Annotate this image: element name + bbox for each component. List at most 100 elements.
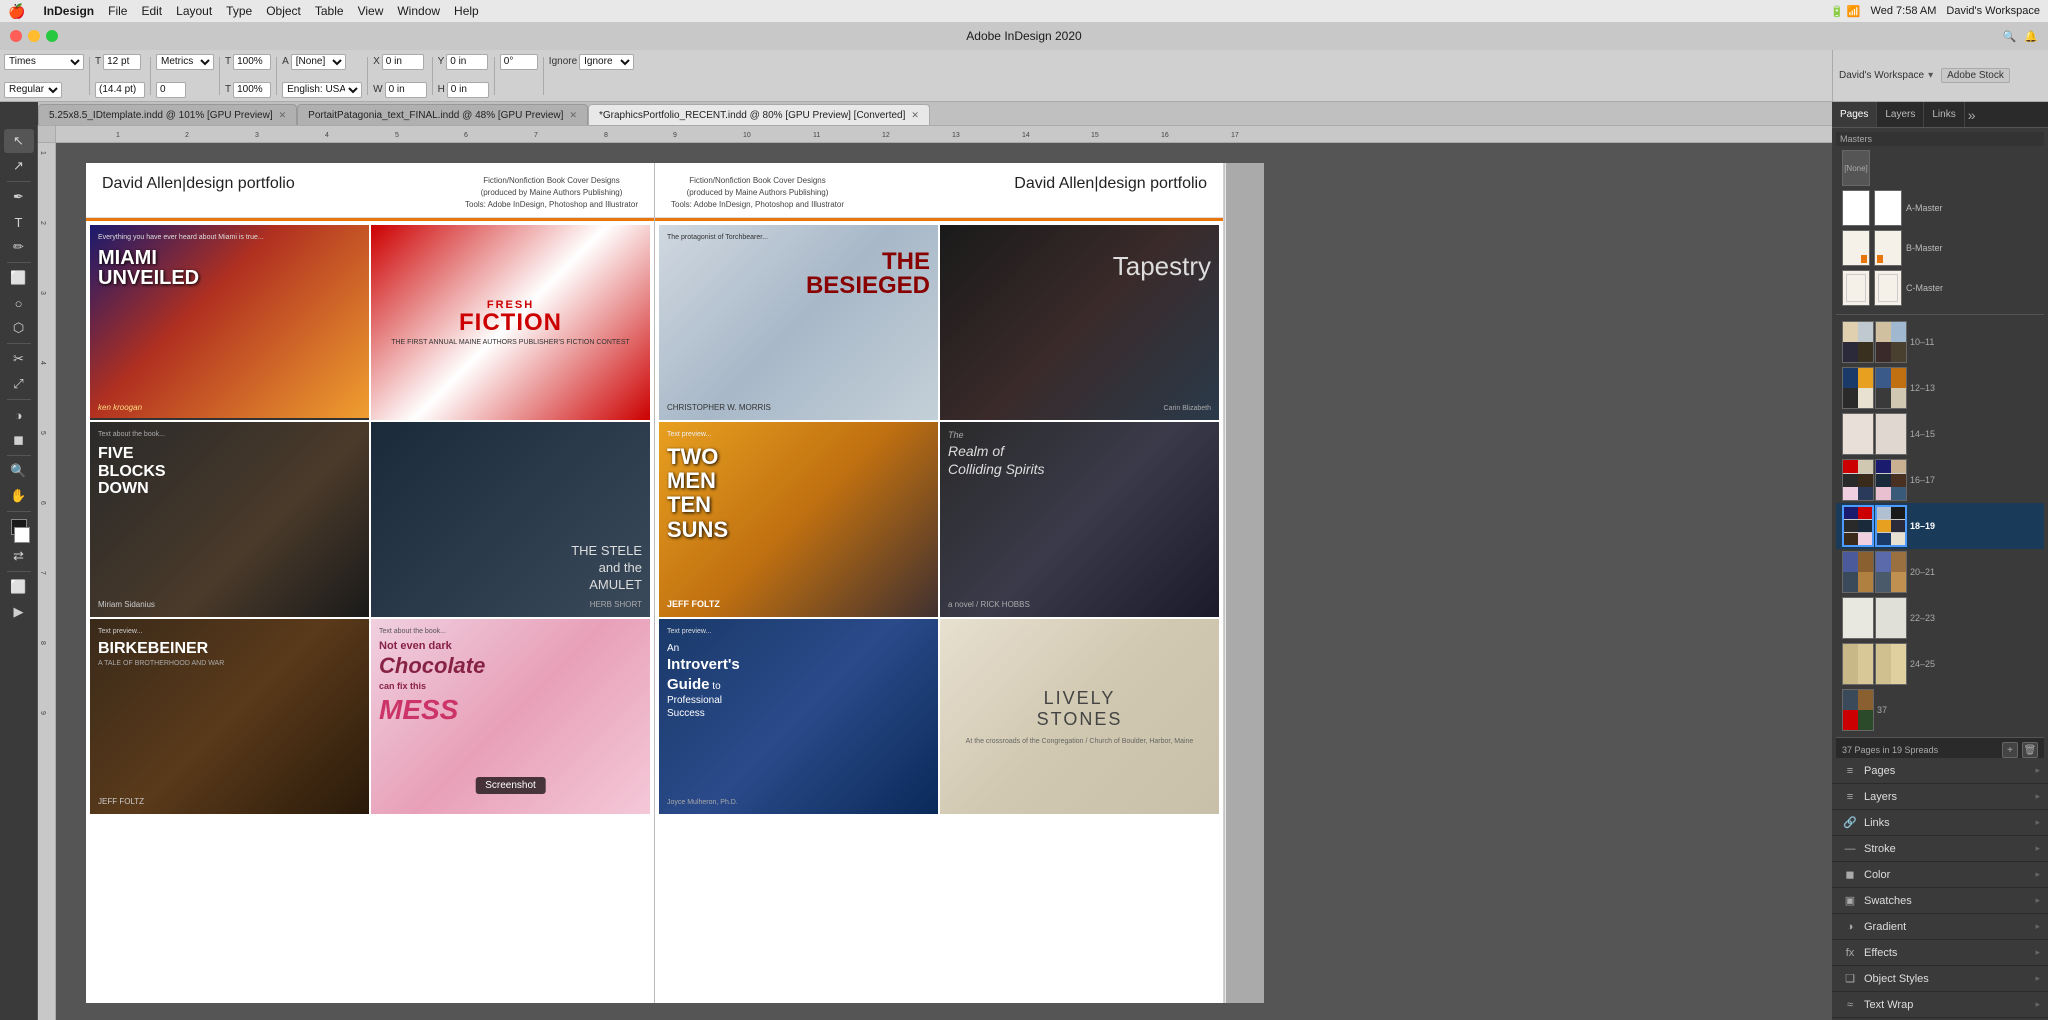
prop-links[interactable]: 🔗 Links ▸ bbox=[1832, 810, 2048, 836]
spread-14-15[interactable]: 14–15 bbox=[1836, 411, 2044, 457]
size-b-input[interactable] bbox=[95, 82, 145, 98]
master-none[interactable]: [None] bbox=[1836, 148, 2044, 188]
canvas-area[interactable]: David Allen|design portfolio Fiction/Non… bbox=[56, 143, 1832, 1020]
menu-type[interactable]: Type bbox=[226, 4, 252, 18]
spread-37[interactable]: 37 bbox=[1836, 687, 2044, 733]
font-style-select[interactable]: Regular bbox=[4, 82, 62, 98]
prop-layers[interactable]: ≡ Layers ▸ bbox=[1832, 784, 2048, 810]
menu-view[interactable]: View bbox=[358, 4, 384, 18]
kerning-input[interactable] bbox=[156, 82, 186, 98]
adobe-stock-btn[interactable]: Adobe Stock bbox=[1941, 68, 2010, 83]
spread-18-19[interactable]: 18–19 bbox=[1836, 503, 2044, 549]
scale-y-input[interactable] bbox=[233, 82, 271, 98]
spread-20-21[interactable]: 20–21 bbox=[1836, 549, 2044, 595]
ignore-select[interactable]: Ignore bbox=[579, 54, 634, 70]
tool-preview-mode[interactable]: ▶ bbox=[4, 600, 34, 624]
menu-help[interactable]: Help bbox=[454, 4, 479, 18]
font-family-select[interactable]: Times bbox=[4, 54, 84, 70]
font-size-input[interactable] bbox=[103, 54, 141, 70]
prop-pages[interactable]: ≡ Pages ▸ bbox=[1832, 758, 2048, 784]
tool-select[interactable]: ↖ bbox=[4, 129, 34, 153]
tool-direct-select[interactable]: ↗ bbox=[4, 154, 34, 178]
stroke-swatch[interactable] bbox=[14, 527, 30, 543]
book-miami[interactable]: Everything you have ever heard about Mia… bbox=[90, 225, 369, 420]
tool-polygon[interactable]: ⬡ bbox=[4, 316, 34, 340]
book-introvert[interactable]: Text preview... AnIntrovert'sGuide toPro… bbox=[659, 619, 938, 814]
workspace-label[interactable]: David's Workspace bbox=[1946, 5, 2040, 17]
expand-panel-btn[interactable]: » bbox=[1965, 107, 1979, 123]
spread-22-23[interactable]: 22–23 bbox=[1836, 595, 2044, 641]
book-besieged[interactable]: The protagonist of Torchbearer... THEBES… bbox=[659, 225, 938, 420]
notification-icon[interactable]: 🔔 bbox=[2024, 30, 2038, 43]
prop-object-styles[interactable]: ❏ Object Styles ▸ bbox=[1832, 966, 2048, 992]
tool-type[interactable]: T bbox=[4, 210, 34, 234]
spread-24-25[interactable]: 24–25 bbox=[1836, 641, 2044, 687]
search-icon[interactable]: 🔍 bbox=[2003, 30, 2017, 43]
tool-ellipse[interactable]: ○ bbox=[4, 291, 34, 315]
panel-tab-links[interactable]: Links bbox=[1924, 102, 1964, 127]
tool-pencil[interactable]: ✏ bbox=[4, 235, 34, 259]
panel-tab-layers[interactable]: Layers bbox=[1877, 102, 1924, 127]
menu-layout[interactable]: Layout bbox=[176, 4, 212, 18]
apple-logo[interactable]: 🍎 bbox=[8, 3, 25, 20]
tool-swap[interactable]: ⇄ bbox=[4, 544, 34, 568]
prop-swatches[interactable]: ▣ Swatches ▸ bbox=[1832, 888, 2048, 914]
panel-tab-pages[interactable]: Pages bbox=[1832, 102, 1877, 127]
menu-object[interactable]: Object bbox=[266, 4, 301, 18]
rotation-input[interactable] bbox=[500, 54, 538, 70]
book-chocolate[interactable]: Text about the book... Not even darkChoc… bbox=[371, 619, 650, 814]
scale-x-input[interactable] bbox=[233, 54, 271, 70]
book-fresh-fiction[interactable]: FRESH FICTION THE FIRST ANNUAL MAINE AUT… bbox=[371, 225, 650, 420]
tab-0-close[interactable]: ✕ bbox=[279, 110, 287, 121]
book-stele-amulet[interactable]: THE STELEand theAMULET HERB SHORT bbox=[371, 422, 650, 617]
master-a[interactable]: A-Master bbox=[1836, 188, 2044, 228]
tool-normal-mode[interactable]: ⬜ bbox=[4, 575, 34, 599]
new-page-btn[interactable]: + bbox=[2002, 742, 2018, 758]
spread-16-17[interactable]: 16–17 bbox=[1836, 457, 2044, 503]
master-b[interactable]: B-Master bbox=[1836, 228, 2044, 268]
book-lively-stones[interactable]: LIVELYSTONES At the crossroads of the Co… bbox=[940, 619, 1219, 814]
tool-hand[interactable]: ✋ bbox=[4, 484, 34, 508]
book-birkebeiner[interactable]: Text preview... BIRKEBEINER A TALE OF BR… bbox=[90, 619, 369, 814]
x-pos-input[interactable] bbox=[382, 54, 424, 70]
menu-edit[interactable]: Edit bbox=[141, 4, 162, 18]
tab-1-close[interactable]: ✕ bbox=[569, 110, 577, 121]
tool-pen[interactable]: ✒ bbox=[4, 185, 34, 209]
spread-12-13[interactable]: 12–13 bbox=[1836, 365, 2044, 411]
book-realm[interactable]: TheRealm ofColliding Spirits a novel / R… bbox=[940, 422, 1219, 617]
prop-effects[interactable]: fx Effects ▸ bbox=[1832, 940, 2048, 966]
metrics-select[interactable]: Metrics bbox=[156, 54, 214, 70]
none-select[interactable]: [None] bbox=[291, 54, 346, 70]
master-c[interactable]: C-Master bbox=[1836, 268, 2044, 308]
book-tapestry[interactable]: Tapestry Carin Blizabeth bbox=[940, 225, 1219, 420]
delete-page-btn[interactable]: 🗑 bbox=[2022, 742, 2038, 758]
workspace-label-btn[interactable]: David's Workspace bbox=[1839, 70, 1924, 81]
spread-10-11[interactable]: 10–11 bbox=[1836, 319, 2044, 365]
tool-free-transform[interactable]: ⤢ bbox=[4, 372, 34, 396]
tool-scissors[interactable]: ✂ bbox=[4, 347, 34, 371]
maximize-button[interactable] bbox=[46, 30, 58, 42]
tab-0[interactable]: 5.25x8.5_IDtemplate.indd @ 101% [GPU Pre… bbox=[38, 104, 297, 125]
prop-stroke[interactable]: — Stroke ▸ bbox=[1832, 836, 2048, 862]
book-five-blocks[interactable]: Text about the book... FIVEBLOCKSDOWN Mi… bbox=[90, 422, 369, 617]
tool-rect-frame[interactable]: ⬜ bbox=[4, 266, 34, 290]
menu-file[interactable]: File bbox=[108, 4, 127, 18]
prop-color[interactable]: ◼ Color ▸ bbox=[1832, 862, 2048, 888]
y-pos-input[interactable] bbox=[446, 54, 488, 70]
prop-text-wrap[interactable]: ≈ Text Wrap ▸ bbox=[1832, 992, 2048, 1018]
app-name[interactable]: InDesign bbox=[43, 4, 94, 18]
tool-gradient[interactable]: ◑ bbox=[4, 403, 34, 427]
book-two-men[interactable]: Text preview... TWOMENTENSUNS JEFF FOLTZ bbox=[659, 422, 938, 617]
minimize-button[interactable] bbox=[28, 30, 40, 42]
close-button[interactable] bbox=[10, 30, 22, 42]
tab-2[interactable]: *GraphicsPortfolio_RECENT.indd @ 80% [GP… bbox=[588, 104, 930, 125]
tool-color[interactable]: ◼ bbox=[4, 428, 34, 452]
lang-select[interactable]: English: USA bbox=[282, 82, 362, 98]
tool-zoom[interactable]: 🔍 bbox=[4, 459, 34, 483]
pages-content[interactable]: Masters [None] A-Master B-Master bbox=[1832, 128, 2048, 758]
prop-gradient[interactable]: ◑ Gradient ▸ bbox=[1832, 914, 2048, 940]
tab-1[interactable]: PortaitPatagonia_text_FINAL.indd @ 48% [… bbox=[297, 104, 588, 125]
menu-table[interactable]: Table bbox=[315, 4, 344, 18]
w-input[interactable] bbox=[385, 82, 427, 98]
menu-window[interactable]: Window bbox=[397, 4, 440, 18]
